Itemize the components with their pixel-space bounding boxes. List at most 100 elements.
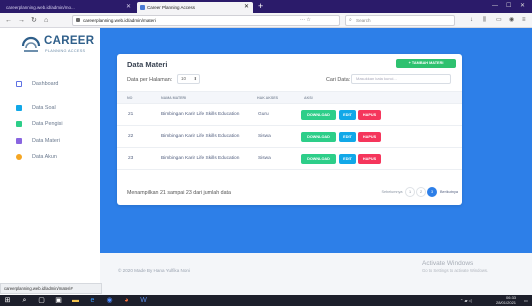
- store-icon[interactable]: ▣: [54, 296, 63, 305]
- lock-icon: [76, 18, 80, 22]
- page-button[interactable]: 1: [405, 187, 415, 197]
- sidebar-item-label: Data Akun: [32, 154, 57, 160]
- browser-tab-strip: careerplanning.web.id/admin/mo... ✕ Care…: [0, 0, 532, 13]
- menu-icon[interactable]: ≡: [522, 16, 526, 25]
- sidebar-item-data-akun[interactable]: Data Akun: [10, 149, 98, 166]
- download-button[interactable]: DOWNLOAD: [301, 132, 336, 142]
- row-access: Guru: [258, 112, 269, 117]
- clock-date: 28/01/2021: [496, 299, 517, 305]
- next-page-button[interactable]: Berikutnya: [438, 187, 460, 197]
- forward-icon[interactable]: →: [18, 15, 25, 26]
- home-icon[interactable]: ⌂: [44, 15, 48, 26]
- pagination-info: Menampilkan 21 sampai 23 dari jumlah dat…: [127, 190, 231, 196]
- column-header[interactable]: NO: [127, 96, 132, 100]
- materi-card: Data Materi + TAMBAH MATERI Data per Hal…: [117, 54, 462, 205]
- edit-button[interactable]: EDIT: [339, 154, 356, 164]
- sidebar-item-label: Dashboard: [32, 81, 59, 87]
- column-header: AKSI: [304, 96, 313, 100]
- activate-windows-watermark: Activate Windows Go to Settings to activ…: [422, 260, 532, 273]
- reload-icon[interactable]: ↻: [31, 15, 37, 26]
- close-icon[interactable]: ✕: [244, 2, 249, 13]
- chrome-icon[interactable]: ◉: [105, 296, 114, 305]
- logo-emblem-icon: [21, 36, 41, 52]
- sidebar-item-label: Data Materi: [32, 137, 60, 144]
- new-tab-icon[interactable]: +: [258, 1, 263, 12]
- page-button[interactable]: 2: [416, 187, 426, 197]
- status-url: careerplanning.web.id/admin/materi#: [0, 283, 102, 294]
- close-window-icon[interactable]: ✕: [520, 1, 525, 12]
- task-view-icon[interactable]: ▢: [37, 296, 46, 305]
- search-icon[interactable]: ⌕: [20, 296, 29, 305]
- per-page-label: Data per Halaman:: [127, 77, 173, 83]
- monitor-icon: [16, 81, 22, 87]
- sidebar-item-data-soal[interactable]: Data Soal: [10, 100, 98, 117]
- search-input[interactable]: Masukkan kata kunci...: [351, 74, 451, 84]
- file-explorer-icon[interactable]: ▬: [71, 296, 80, 305]
- minimize-icon[interactable]: —: [492, 1, 498, 12]
- tab-title: Career Planning Access: [147, 5, 196, 10]
- word-icon[interactable]: W: [139, 296, 148, 305]
- back-icon[interactable]: ←: [5, 15, 12, 26]
- sidebar-item-label: Data Pengisi: [32, 121, 63, 127]
- logo-title: CAREER: [44, 35, 95, 47]
- tab-admin[interactable]: careerplanning.web.id/admin/mo... ✕: [2, 2, 135, 13]
- sidebar-item-label: Data Soal: [32, 104, 56, 111]
- sidebar-item-data-materi[interactable]: Data Materi: [10, 133, 98, 150]
- maximize-icon[interactable]: ☐: [506, 1, 511, 12]
- users-icon: [16, 121, 22, 127]
- column-header[interactable]: NAMA MATERI: [161, 96, 186, 100]
- download-button[interactable]: DOWNLOAD: [301, 154, 336, 164]
- browser-search-input[interactable]: ⌕ Search: [345, 15, 455, 26]
- row-no: 21: [128, 112, 134, 117]
- sidebar-item-data-pengisi[interactable]: Data Pengisi: [10, 116, 98, 133]
- account-icon[interactable]: ◉: [509, 16, 514, 25]
- search-icon: ⌕: [349, 17, 352, 23]
- delete-button[interactable]: HAPUS: [358, 132, 381, 142]
- download-icon[interactable]: ↓: [470, 16, 473, 25]
- sidebar-toggle-icon[interactable]: ▭: [496, 16, 502, 25]
- column-header[interactable]: HAK AKSES: [257, 96, 278, 100]
- favicon-icon: [140, 5, 145, 10]
- logo[interactable]: CAREER PLANNING ACCESS: [20, 33, 94, 59]
- firefox-icon[interactable]: ◕: [122, 296, 131, 305]
- per-page-value: 10: [181, 76, 187, 81]
- url-bar: ← → ↻ ⌂ careerplanning.web.id/admin/mate…: [0, 13, 532, 28]
- row-access: Siswa: [258, 134, 271, 139]
- search-label: Cari Data:: [326, 77, 351, 83]
- per-page-select[interactable]: 10 ⬍: [177, 74, 200, 84]
- user-icon: [16, 154, 22, 160]
- edit-button[interactable]: EDIT: [339, 132, 356, 142]
- book-icon: [16, 137, 22, 144]
- card-title: Data Materi: [127, 60, 168, 69]
- download-button[interactable]: DOWNLOAD: [301, 110, 336, 120]
- watermark-title: Activate Windows: [422, 260, 474, 267]
- sidebar-item-dashboard[interactable]: Dashboard: [10, 76, 98, 93]
- chevron-down-icon: ⬍: [193, 76, 197, 81]
- footer-copyright: © 2020 Made By Hana Yulfika Noni: [118, 268, 190, 273]
- close-icon[interactable]: ✕: [126, 2, 131, 13]
- edit-button[interactable]: EDIT: [339, 110, 356, 120]
- table-row: 23 Bimbingan Karir Life Skills Education…: [117, 148, 462, 170]
- row-name: Bimbingan Karir Life Skills Education: [161, 134, 240, 139]
- sidebar: CAREER PLANNING ACCESS Dashboard Data So…: [0, 28, 102, 295]
- tab-title: careerplanning.web.id/admin/mo...: [6, 5, 75, 10]
- system-tray-icons[interactable]: ⌃ ▰ ◁: [460, 296, 472, 305]
- notification-icon[interactable]: ▭: [524, 296, 528, 305]
- page-actions-icon[interactable]: ··· ☆: [300, 17, 311, 23]
- table-header: NO NAMA MATERI HAK AKSES AKSI: [117, 91, 462, 104]
- list-icon: [16, 104, 22, 111]
- clock[interactable]: 06:33 28/01/2021: [496, 295, 517, 305]
- windows-start-icon[interactable]: ⊞: [3, 296, 12, 305]
- prev-page-button[interactable]: Sebelumnya: [380, 187, 404, 197]
- watermark-subtitle: Go to Settings to activate Windows.: [422, 268, 489, 273]
- add-materi-button[interactable]: + TAMBAH MATERI: [396, 59, 456, 68]
- row-name: Bimbingan Karir Life Skills Education: [161, 112, 240, 117]
- delete-button[interactable]: HAPUS: [358, 154, 381, 164]
- edge-icon[interactable]: e: [88, 296, 97, 305]
- logo-subtitle: PLANNING ACCESS: [45, 49, 86, 53]
- library-icon[interactable]: ⫼: [483, 16, 486, 25]
- page-button-active[interactable]: 3: [427, 187, 437, 197]
- tab-career-planning[interactable]: Career Planning Access ✕: [137, 2, 253, 13]
- delete-button[interactable]: HAPUS: [358, 110, 381, 120]
- table-row: 22 Bimbingan Karir Life Skills Education…: [117, 126, 462, 148]
